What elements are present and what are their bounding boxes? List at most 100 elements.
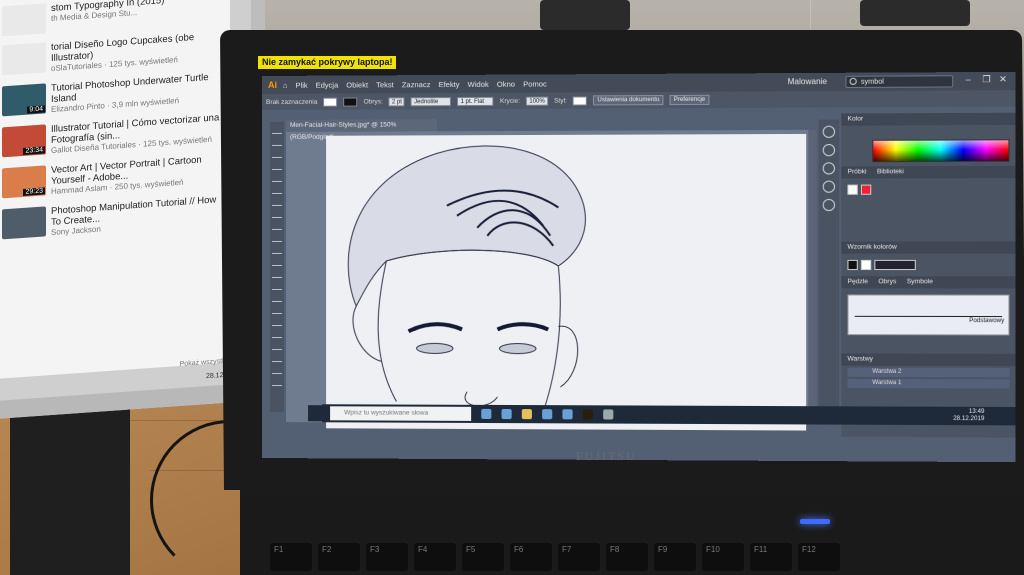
keyboard-key[interactable]: F6 [510, 543, 552, 571]
help-search-input[interactable]: symbol [845, 75, 954, 89]
swatch-none[interactable] [847, 184, 858, 195]
video-thumbnail[interactable] [2, 206, 46, 240]
panel-circle-icon[interactable] [822, 162, 836, 175]
windows-start-icon[interactable] [308, 405, 323, 422]
keyboard-key[interactable]: F1 [270, 543, 312, 571]
tab-color-guide[interactable]: Wzornik kolorów [847, 242, 896, 254]
tab-stroke-panel[interactable]: Obrys [878, 276, 896, 288]
guide-swatch[interactable] [860, 259, 872, 271]
tool-icon[interactable] [271, 173, 282, 182]
style-swatch[interactable] [572, 95, 588, 106]
keyboard-key[interactable]: F8 [606, 543, 648, 571]
document-setup-button[interactable]: Ustawienia dokumentu [593, 95, 664, 106]
tool-icon[interactable] [271, 306, 282, 315]
panel-grid-icon[interactable] [822, 198, 836, 212]
stroke-swatch[interactable] [343, 97, 358, 107]
app-icon[interactable] [603, 409, 614, 420]
video-list-item[interactable]: stom Typography In (2015) th Media & Desi… [2, 0, 224, 37]
menu-item[interactable]: Widok [468, 79, 489, 88]
menu-item[interactable]: Zaznacz [402, 80, 431, 89]
video-list-item[interactable]: torial Diseño Logo Cupcakes (obe Illustr… [2, 30, 224, 78]
close-icon[interactable]: ✕ [999, 74, 1009, 84]
color-spectrum[interactable] [872, 139, 1010, 163]
menu-item[interactable]: Efekty [438, 79, 459, 88]
home-icon[interactable]: ⌂ [283, 80, 288, 89]
taskbar-search-input[interactable]: Wpisz tu wyszukiwane słowa [330, 406, 472, 421]
tool-icon[interactable] [271, 185, 282, 194]
tool-icon[interactable] [271, 137, 282, 146]
video-thumbnail[interactable] [2, 3, 46, 37]
tool-icon[interactable] [271, 221, 282, 230]
opacity-field[interactable]: 100% [526, 96, 548, 106]
illustrator-taskbar-icon[interactable] [582, 409, 593, 420]
keyboard-key[interactable]: F4 [414, 543, 456, 571]
panel-square-icon[interactable] [822, 180, 836, 193]
menu-item[interactable]: Pomoc [523, 79, 547, 88]
video-list-item[interactable]: Photoshop Manipulation Tutorial // How T… [2, 194, 224, 242]
tab-color[interactable]: Kolor [847, 113, 863, 125]
video-thumbnail[interactable] [2, 42, 46, 76]
layer-row[interactable]: Warstwa 1 [847, 378, 1010, 389]
tab-swatches[interactable]: Próbki [847, 166, 866, 178]
keyboard-key[interactable]: F3 [366, 543, 408, 571]
store-icon[interactable] [542, 409, 553, 420]
guide-swatch[interactable] [847, 259, 858, 271]
video-thumbnail[interactable]: 23:34 [2, 124, 46, 158]
fill-swatch[interactable] [323, 97, 338, 107]
minimize-icon[interactable]: – [966, 74, 976, 84]
tool-icon[interactable] [271, 161, 282, 170]
brush-select[interactable]: 1 pt. Flat [457, 96, 494, 106]
maximize-icon[interactable]: ❐ [982, 74, 992, 84]
panel-sun-icon[interactable] [822, 125, 836, 138]
task-view-icon[interactable] [481, 408, 492, 420]
keyboard-key[interactable]: F10 [702, 543, 744, 571]
tool-icon[interactable] [271, 342, 282, 351]
keyboard-key[interactable]: F9 [654, 543, 696, 571]
tool-icon[interactable] [271, 318, 282, 327]
tool-icon[interactable] [271, 282, 282, 291]
menu-item[interactable]: Tekst [376, 80, 394, 89]
artboard[interactable] [326, 133, 807, 431]
keyboard-key[interactable]: F11 [750, 543, 792, 571]
edge-icon[interactable] [501, 408, 512, 420]
tool-icon[interactable] [271, 197, 282, 206]
menu-item[interactable]: Okno [497, 79, 515, 88]
tab-layers[interactable]: Warstwy [847, 353, 873, 365]
tool-icon[interactable] [271, 330, 282, 339]
keyboard-key[interactable]: F5 [462, 543, 504, 571]
workspace-switcher[interactable]: Malowanie [788, 77, 827, 86]
tool-icon[interactable] [271, 270, 282, 279]
video-thumbnail[interactable]: 9:04 [2, 83, 46, 117]
stroke-profile-select[interactable]: Jednolite [411, 96, 452, 106]
layer-row[interactable]: Warstwa 2 [847, 367, 1010, 378]
tool-icon[interactable] [271, 233, 282, 242]
tool-icon[interactable] [271, 209, 282, 218]
tab-stroke-panel[interactable]: Symbole [907, 276, 933, 288]
tab-libraries[interactable]: Biblioteki [877, 166, 904, 178]
keyboard-key[interactable]: F12 [798, 543, 840, 571]
tool-icon[interactable] [271, 366, 282, 375]
tool-icon[interactable] [271, 245, 282, 254]
file-explorer-icon[interactable] [521, 409, 532, 420]
keyboard-key[interactable]: F7 [558, 543, 600, 571]
canvas-scrollbar[interactable] [808, 129, 817, 425]
keyboard-key[interactable]: F2 [318, 543, 360, 571]
video-list-item[interactable]: 9:04 Tutorial Photoshop Underwater Turtle… [2, 71, 224, 119]
menu-item[interactable]: Plik [296, 80, 308, 89]
mail-icon[interactable] [562, 409, 573, 420]
tool-icon[interactable] [271, 149, 282, 158]
tool-icon[interactable] [271, 294, 282, 303]
video-list-item[interactable]: 23:34 Illustrator Tutorial | Cómo vectori… [2, 112, 224, 160]
video-list-item[interactable]: 29:23 Vector Art | Vector Portrait | Cart… [2, 153, 224, 201]
brush-preview[interactable]: Podstawowy [847, 294, 1010, 336]
guide-swatch[interactable] [874, 259, 916, 271]
tool-icon[interactable] [271, 354, 282, 363]
menu-item[interactable]: Obiekt [346, 80, 368, 89]
document-tab[interactable]: Men-Facial-Hair-Styles.jpg* @ 150% (RGB/… [286, 119, 437, 141]
video-thumbnail[interactable]: 29:23 [2, 165, 46, 199]
tool-icon[interactable] [271, 378, 282, 387]
tool-icon[interactable] [271, 125, 282, 134]
preferences-button[interactable]: Preferencje [669, 94, 710, 106]
stroke-weight-field[interactable]: 2 pt [388, 96, 405, 106]
tab-stroke-panel[interactable]: Pędzle [847, 276, 868, 288]
